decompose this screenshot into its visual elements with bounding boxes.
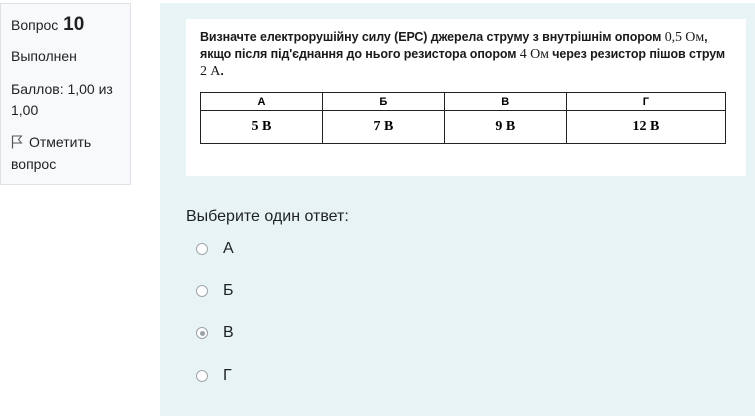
question-number: Вопрос 10 [11, 14, 120, 36]
answer-radio[interactable] [196, 285, 208, 297]
answer-label[interactable]: Б [223, 282, 234, 300]
question-text: Визначте електрорушійну силу (ЕРС) джере… [200, 29, 732, 80]
question-number-value: 10 [63, 14, 85, 35]
options-table: А Б В Г 5 В 7 В 9 В 12 В [200, 92, 727, 144]
options-table-header: В [443, 92, 567, 111]
options-table-value-row: 5 В 7 В 9 В 12 В [200, 110, 727, 144]
options-table-header: Б [321, 92, 445, 111]
options-table-value: 5 В [200, 110, 323, 144]
flag-question-link[interactable]: Отметить вопрос [11, 131, 120, 175]
answer-option[interactable]: В [196, 324, 234, 344]
answer-radio[interactable] [196, 243, 208, 255]
answer-label[interactable]: Г [223, 367, 232, 385]
question-value-resistance-internal: 0,5 Ом [664, 30, 705, 45]
answer-option[interactable]: Г [196, 367, 232, 387]
flag-label: Отметить вопрос [11, 134, 92, 172]
question-image: Визначте електрорушійну силу (ЕРС) джере… [186, 19, 746, 176]
options-table-header-row: А Б В Г [200, 92, 727, 111]
question-text-part3: через резистор пішов струм [552, 47, 726, 61]
question-value-resistance: 4 Ом [519, 47, 549, 62]
question-info-panel: Вопрос 10 Выполнен Баллов: 1,00 из 1,00 … [0, 3, 131, 185]
question-content: Визначте електрорушійну силу (ЕРС) джере… [160, 3, 755, 416]
options-table-value: 9 В [443, 110, 567, 144]
answer-prompt: Выберите один ответ: [186, 208, 349, 225]
answer-option[interactable]: Б [196, 282, 234, 302]
question-value-current: 2 А [200, 64, 221, 79]
options-table-header: А [200, 92, 323, 111]
question-state: Выполнен [11, 48, 77, 64]
answer-label[interactable]: В [223, 324, 234, 342]
answer-label[interactable]: А [223, 240, 234, 258]
options-table-value: 12 В [565, 110, 727, 144]
question-grade: Баллов: 1,00 из 1,00 [11, 81, 113, 118]
answer-radio[interactable] [196, 370, 208, 382]
answer-radio-checked[interactable] [196, 327, 208, 339]
question-text-part1: Визначте електрорушійну силу (ЕРС) джере… [200, 30, 662, 44]
answer-option[interactable]: А [196, 240, 234, 260]
options-table-value: 7 В [321, 110, 445, 144]
question-text-part4: . [220, 64, 224, 78]
question-label: Вопрос [11, 17, 59, 33]
options-table-header: Г [565, 92, 727, 111]
flag-icon [11, 135, 23, 149]
